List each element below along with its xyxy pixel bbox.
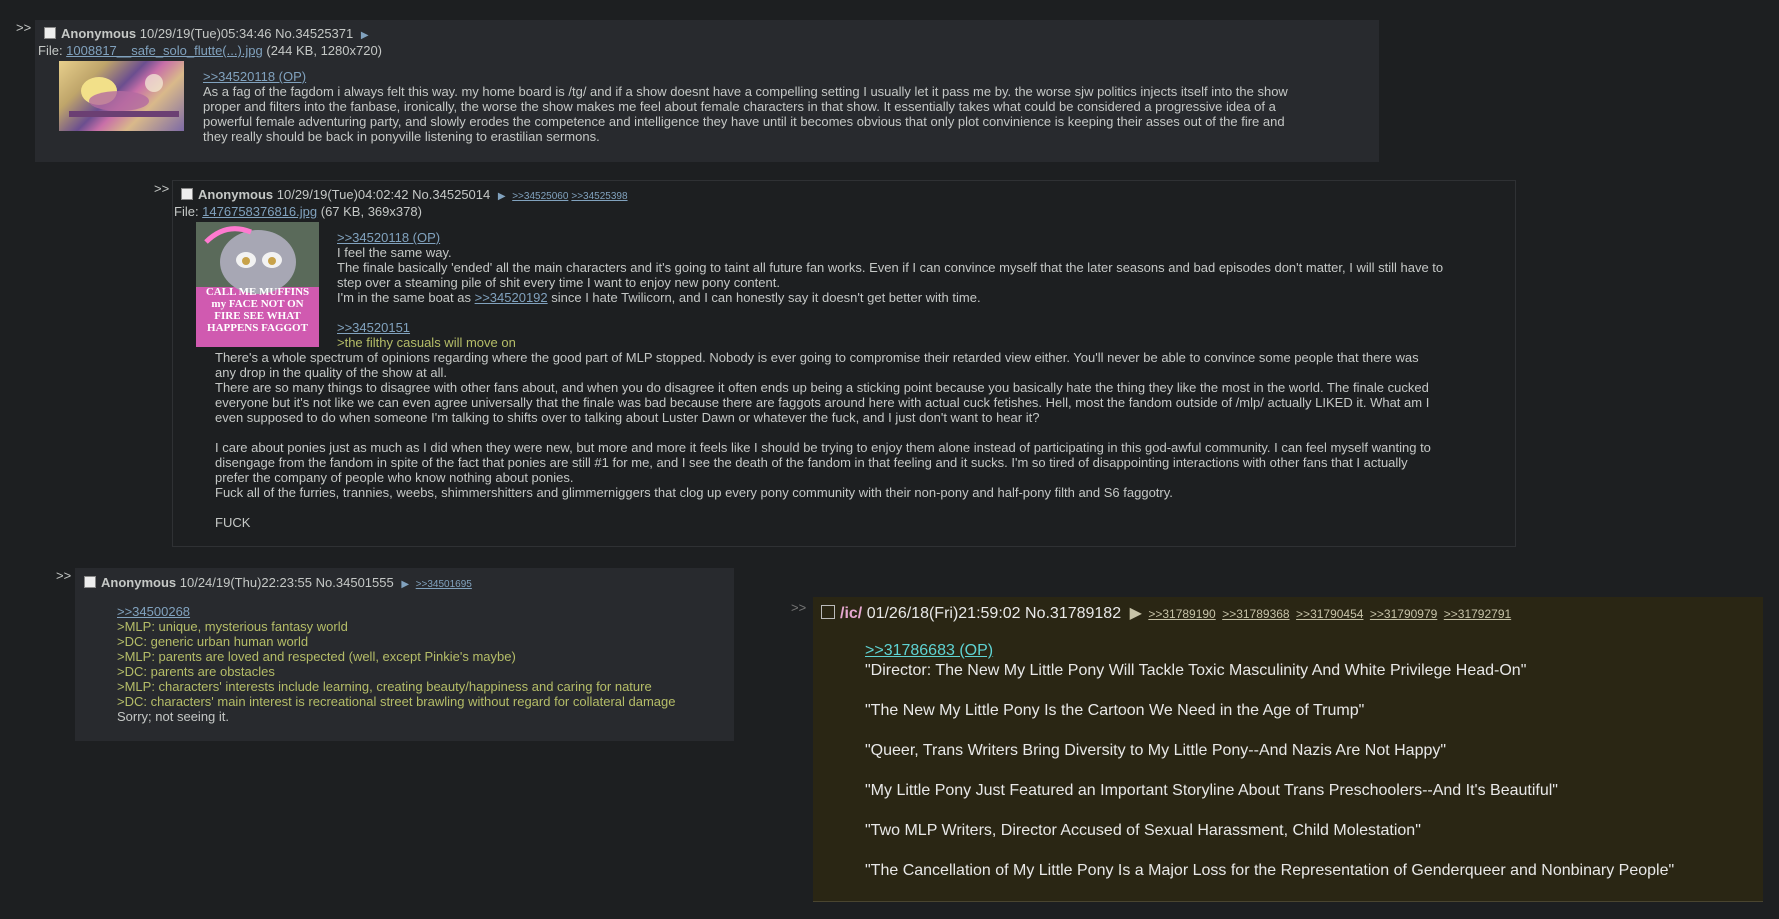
headline-line: "The New My Little Pony Is the Cartoon W… xyxy=(865,702,1365,719)
backlink[interactable]: >>34525398 xyxy=(571,191,627,202)
greentext-line: >MLP: parents are loved and respected (w… xyxy=(117,649,516,664)
post-header: /ic/ 01/26/18(Fri)21:59:02 No.31789182 ▶… xyxy=(821,604,1511,624)
post-header: Anonymous 10/29/19(Tue)04:02:42 No.34525… xyxy=(181,187,628,205)
thumbnail-image-icon xyxy=(69,74,179,117)
backlink[interactable]: >>31790979 xyxy=(1370,607,1437,621)
message-line: proper and filters into the fanbase, iro… xyxy=(203,99,1276,114)
poster-name: Anonymous xyxy=(101,575,177,590)
post-menu-arrow-icon[interactable]: ▶ xyxy=(498,191,506,202)
post-checkbox[interactable] xyxy=(181,188,193,200)
file-info: File: 1008817__safe_solo_flutte(...).jpg… xyxy=(38,43,382,58)
quote-link[interactable]: >>34500268 xyxy=(117,604,190,619)
backlink[interactable]: >>34501695 xyxy=(416,579,472,590)
ic-post-31789182: /ic/ 01/26/18(Fri)21:59:02 No.31789182 ▶… xyxy=(813,597,1763,902)
message-text: I'm in the same boat as xyxy=(337,290,475,305)
post-side-arrows: >> xyxy=(791,600,807,615)
message-line: I care about ponies just as much as I di… xyxy=(215,440,1431,455)
file-label: File: xyxy=(174,204,203,219)
thumbnail-caption: CALL ME MUFFINS my FACE NOT ON FIRE SEE … xyxy=(205,286,310,334)
greentext-line: >DC: characters' main interest is recrea… xyxy=(117,694,676,709)
message-line: they really should be back in ponyville … xyxy=(203,129,600,144)
post-side-arrows: >> xyxy=(16,20,32,35)
message-line: even supposed to do when someone I'm tal… xyxy=(215,410,1040,425)
post-number[interactable]: No.31789182 xyxy=(1025,605,1121,622)
post-side-arrows: >> xyxy=(56,568,72,583)
post-menu-arrow-icon[interactable]: ▶ xyxy=(1130,605,1142,622)
post-message-lower: There's a whole spectrum of opinions reg… xyxy=(215,350,1505,530)
message-line: step over a steaming pile of shit every … xyxy=(337,275,780,290)
message-line: Fuck all of the furries, trannies, weebs… xyxy=(215,485,1173,500)
file-link[interactable]: 1476758376816.jpg xyxy=(202,204,317,219)
post-message: >>31786683 (OP) "Director: The New My Li… xyxy=(865,641,1674,881)
headline-line: "My Little Pony Just Featured an Importa… xyxy=(865,782,1558,799)
backlink[interactable]: >>31790454 xyxy=(1296,607,1363,621)
post-menu-arrow-icon[interactable]: ▶ xyxy=(401,579,409,590)
post-datetime: 01/26/18(Fri)21:59:02 xyxy=(866,605,1021,622)
greentext-line: >MLP: unique, mysterious fantasy world xyxy=(117,619,348,634)
post-message: >>34520118 (OP) As a fag of the fagdom i… xyxy=(203,69,1373,144)
file-link[interactable]: 1008817__safe_solo_flutte(...).jpg xyxy=(66,43,263,58)
message-line: Sorry; not seeing it. xyxy=(117,709,229,724)
post-header: Anonymous 10/24/19(Thu)22:23:55 No.34501… xyxy=(84,575,472,593)
quote-link[interactable]: >>34520118 (OP) xyxy=(203,69,306,84)
board-name[interactable]: /ic/ xyxy=(840,605,862,622)
message-line: prefer the company of people who know no… xyxy=(215,470,574,485)
post-message: >>34500268 >MLP: unique, mysterious fant… xyxy=(117,604,717,724)
post-message-upper: >>34520118 (OP) I feel the same way. The… xyxy=(337,230,1507,350)
file-info: File: 1476758376816.jpg (67 KB, 369x378) xyxy=(174,204,422,219)
post-datetime: 10/29/19(Tue)04:02:42 xyxy=(276,187,409,202)
message-line xyxy=(215,500,1505,515)
message-line: FUCK xyxy=(215,515,251,530)
message-line: disengage from the fandom in spite of th… xyxy=(215,455,1408,470)
post-checkbox[interactable] xyxy=(84,576,96,588)
backlink[interactable]: >>34525060 xyxy=(512,191,568,202)
post-number[interactable]: No.34525371 xyxy=(275,26,353,41)
headline-line: "The Cancellation of My Little Pony Is a… xyxy=(865,862,1675,879)
post-datetime: 10/24/19(Thu)22:23:55 xyxy=(179,575,313,590)
greentext-line: >DC: generic urban human world xyxy=(117,634,309,649)
message-line: everyone but it's not like we can even a… xyxy=(215,395,1430,410)
headline-line: "Two MLP Writers, Director Accused of Se… xyxy=(865,822,1421,839)
file-thumbnail[interactable]: CALL ME MUFFINS my FACE NOT ON FIRE SEE … xyxy=(196,222,319,347)
post-datetime: 10/29/19(Tue)05:34:46 xyxy=(139,26,272,41)
message-line: I'm in the same boat as >>34520192 since… xyxy=(337,290,1507,305)
backlink[interactable]: >>31789190 xyxy=(1148,607,1215,621)
message-line: As a fag of the fagdom i always felt thi… xyxy=(203,84,1288,99)
file-meta: (244 KB, 1280x720) xyxy=(262,43,383,58)
post-side-arrows: >> xyxy=(154,181,170,196)
post-checkbox[interactable] xyxy=(821,605,835,619)
post-checkbox[interactable] xyxy=(44,27,56,39)
file-label: File: xyxy=(38,43,67,58)
greentext-line: >MLP: characters' interests include lear… xyxy=(117,679,652,694)
quote-link[interactable]: >>34520118 (OP) xyxy=(337,230,440,245)
message-line: The finale basically 'ended' all the mai… xyxy=(337,260,1444,275)
quote-link[interactable]: >>34520151 xyxy=(337,320,410,335)
message-line: There are so many things to disagree wit… xyxy=(215,380,1429,395)
file-meta: (67 KB, 369x378) xyxy=(317,204,422,219)
post-number[interactable]: No.34525014 xyxy=(412,187,490,202)
poster-name: Anonymous xyxy=(61,26,137,41)
message-line xyxy=(215,425,1505,440)
post-header: Anonymous 10/29/19(Tue)05:34:46 No.34525… xyxy=(44,26,369,44)
message-line: any drop in the quality of the show at a… xyxy=(215,365,447,380)
backlink[interactable]: >>31792791 xyxy=(1444,607,1511,621)
post-menu-arrow-icon[interactable]: ▶ xyxy=(361,30,369,41)
backlink[interactable]: >>31789368 xyxy=(1222,607,1289,621)
post-34525371: Anonymous 10/29/19(Tue)05:34:46 No.34525… xyxy=(35,20,1379,162)
headline-line: "Director: The New My Little Pony Will T… xyxy=(865,662,1527,679)
quote-link[interactable]: >>34520192 xyxy=(475,290,548,305)
post-34525014: Anonymous 10/29/19(Tue)04:02:42 No.34525… xyxy=(172,180,1516,547)
message-line: There's a whole spectrum of opinions reg… xyxy=(215,350,1419,365)
message-line: I feel the same way. xyxy=(337,245,452,260)
headline-line: "Queer, Trans Writers Bring Diversity to… xyxy=(865,742,1447,759)
file-thumbnail[interactable] xyxy=(59,61,184,131)
greentext-line: >the filthy casuals will move on xyxy=(337,335,516,350)
greentext-line: >DC: parents are obstacles xyxy=(117,664,275,679)
post-34501555: Anonymous 10/24/19(Thu)22:23:55 No.34501… xyxy=(75,568,734,741)
message-text: since I hate Twilicorn, and I can honest… xyxy=(547,290,981,305)
post-number[interactable]: No.34501555 xyxy=(316,575,394,590)
message-line: powerful female adventuring party, and s… xyxy=(203,114,1285,129)
poster-name: Anonymous xyxy=(198,187,274,202)
quote-link[interactable]: >>31786683 (OP) xyxy=(865,642,993,659)
